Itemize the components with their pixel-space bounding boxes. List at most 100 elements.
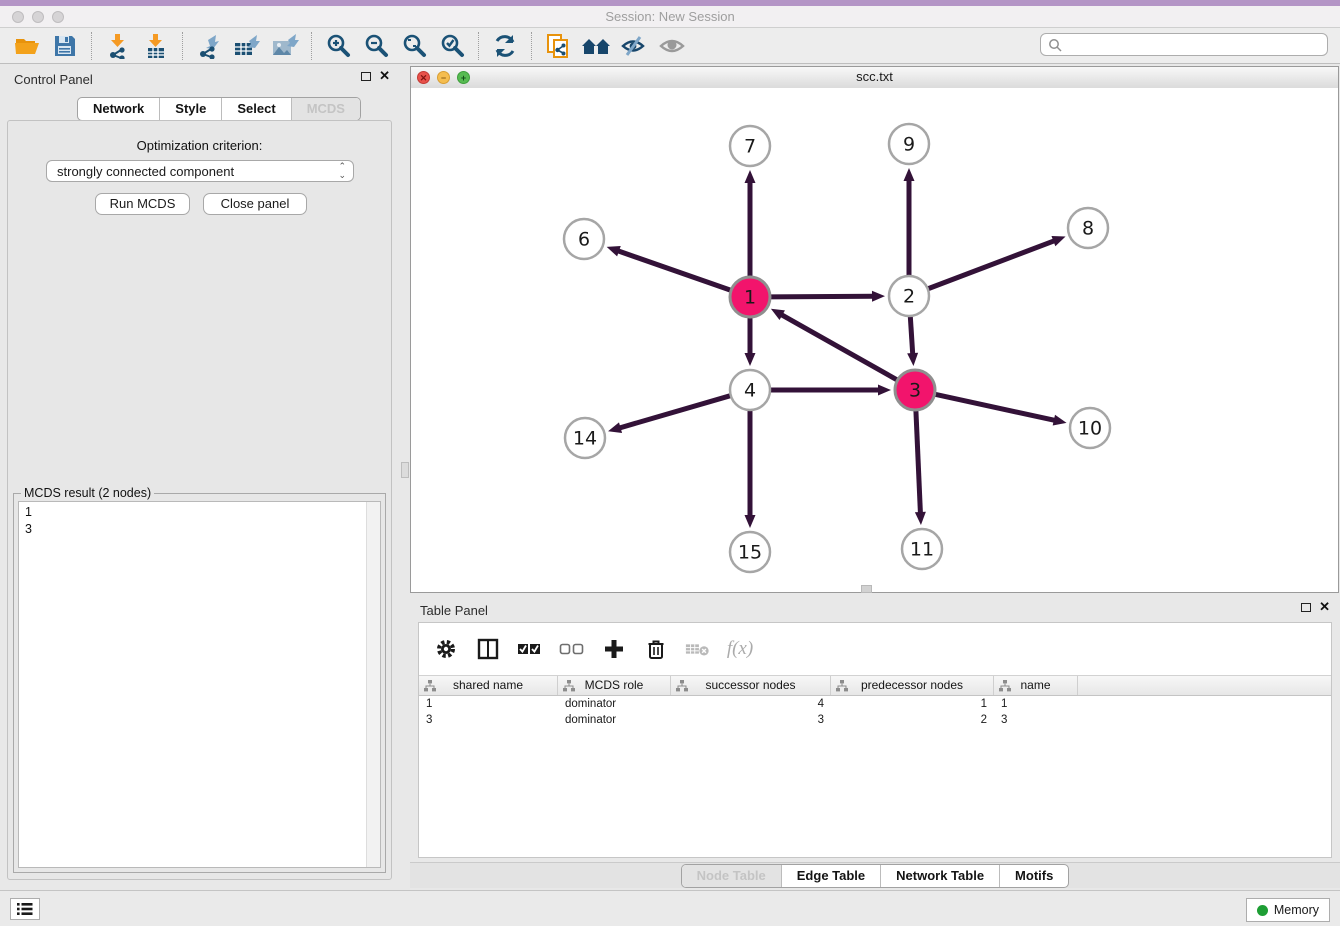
column-header-predecessor-nodes[interactable]: predecessor nodes [831,676,994,695]
run-mcds-button[interactable]: Run MCDS [95,193,190,215]
refresh-view-button[interactable] [486,31,524,61]
mcds-result-textarea[interactable]: 1 3 [18,501,381,868]
window-title: Session: New Session [0,6,1340,28]
hide-graphics-details-button[interactable] [615,31,653,61]
search-field[interactable] [1040,33,1328,56]
export-image-button[interactable] [266,31,304,61]
float-table-panel-icon[interactable] [1301,603,1311,612]
columns-icon [476,637,500,661]
arrowhead-3-11 [915,512,926,525]
mcds-result-scrollbar[interactable] [366,502,380,867]
export-network-button[interactable] [190,31,228,61]
memory-button[interactable]: Memory [1246,898,1330,922]
close-panel-button[interactable]: Close panel [203,193,307,215]
float-panel-icon[interactable] [361,72,371,81]
optimization-criterion-select[interactable]: strongly connected component ⌃⌄ [46,160,354,182]
select-all-button[interactable] [517,636,543,662]
edge-3-1[interactable] [780,314,897,380]
tab-network-table[interactable]: Network Table [880,865,999,887]
tab-select[interactable]: Select [221,98,290,120]
table-row[interactable]: 3dominator323 [419,712,1331,728]
arrowhead-1-6 [607,246,621,256]
toolbar-separator [91,32,92,60]
open-session-button[interactable] [8,31,46,61]
table-cell: 1 [831,696,994,712]
column-header-name[interactable]: name [994,676,1078,695]
main-toolbar [0,28,1340,64]
zoom-out-icon [363,33,389,59]
import-table-button[interactable] [137,31,175,61]
zoom-selected-button[interactable] [433,31,471,61]
zoom-in-button[interactable] [319,31,357,61]
toolbar-separator [531,32,532,60]
edge-2-8[interactable] [928,240,1056,288]
function-builder-button: f(x) [727,636,753,662]
browse-columns-button[interactable] [475,636,501,662]
graph-node-label-3: 3 [909,380,921,402]
show-graphics-details-button[interactable] [653,31,691,61]
table-cell: dominator [558,696,671,712]
folder-open-icon [14,34,41,58]
zoom-out-button[interactable] [357,31,395,61]
tab-style[interactable]: Style [159,98,221,120]
zoom-in-icon [325,33,351,59]
delete-columns-button[interactable] [643,636,669,662]
graph-node-label-10: 10 [1078,418,1102,440]
tab-edge-table[interactable]: Edge Table [781,865,880,887]
deselect-all-button[interactable] [559,636,585,662]
table-row[interactable]: 1dominator411 [419,696,1331,712]
table-settings-button[interactable] [433,636,459,662]
control-panel-title: Control Panel [14,72,93,87]
edge-2-3[interactable] [910,316,912,355]
mcds-result-title: MCDS result (2 nodes) [21,486,154,500]
arrowhead-3-10 [1053,415,1067,426]
save-icon [53,34,77,58]
duplicate-network-button[interactable] [539,31,577,61]
export-table-button[interactable] [228,31,266,61]
edge-3-10[interactable] [935,394,1056,420]
zoom-fit-button[interactable] [395,31,433,61]
edge-1-6[interactable] [617,251,731,291]
unchecked-boxes-icon [559,640,585,658]
table-cell: dominator [558,712,671,728]
tab-node-table[interactable]: Node Table [682,865,781,887]
column-header-shared-name[interactable]: shared name [419,676,558,695]
hierarchy-icon [836,680,848,692]
hierarchy-icon [424,680,436,692]
graph-node-label-11: 11 [910,539,934,561]
panel-splitter-handle[interactable] [401,462,409,478]
column-header-successor-nodes[interactable]: successor nodes [671,676,831,695]
close-panel-icon[interactable]: ✕ [379,71,390,81]
network-canvas[interactable]: 7968124314101511 [411,88,1338,592]
close-table-panel-icon[interactable]: ✕ [1319,602,1330,612]
tab-mcds[interactable]: MCDS [291,98,360,120]
graph-node-label-2: 2 [903,286,915,308]
node-table-content: f(x) shared nameMCDS rolesuccessor nodes… [418,622,1332,858]
plus-icon [603,638,625,660]
table-panel-title: Table Panel [420,603,488,618]
graph-node-label-6: 6 [578,229,590,251]
home-button[interactable] [577,31,615,61]
tab-network[interactable]: Network [78,98,159,120]
network-window-titlebar[interactable]: ✕ − + scc.txt [411,67,1338,89]
search-input[interactable] [1067,36,1320,53]
edge-3-11[interactable] [916,410,921,514]
create-column-button[interactable] [601,636,627,662]
import-network-button[interactable] [99,31,137,61]
save-session-button[interactable] [46,31,84,61]
table-toolbar: f(x) [419,623,1331,675]
optimization-criterion-value: strongly connected component [57,164,234,179]
control-panel-tabs: NetworkStyleSelectMCDS [77,97,361,121]
tab-motifs[interactable]: Motifs [999,865,1068,887]
export-image-icon [271,33,299,59]
hierarchy-icon [563,680,575,692]
edge-1-2[interactable] [770,296,874,297]
hierarchy-icon [676,680,688,692]
network-resize-handle[interactable] [861,585,872,593]
arrowhead-4-3 [878,385,891,396]
task-history-button[interactable] [10,898,40,920]
edge-4-14[interactable] [619,396,731,429]
duplicate-network-icon [545,33,571,59]
graph-node-label-7: 7 [744,136,756,158]
column-header-MCDS-role[interactable]: MCDS role [558,676,671,695]
